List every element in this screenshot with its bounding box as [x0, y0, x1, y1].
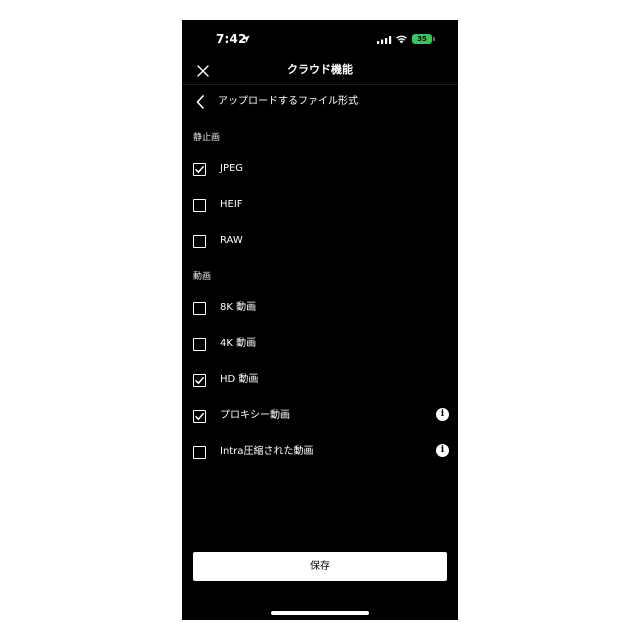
save-button[interactable]: 保存 — [193, 552, 447, 581]
nav-divider — [182, 84, 458, 85]
signal-icon — [377, 36, 392, 44]
option-intra-video[interactable]: Intra圧縮された動画 i — [182, 439, 458, 467]
option-hd-video[interactable]: HD 動画 — [182, 367, 458, 395]
check-icon — [195, 413, 204, 420]
battery-tip — [433, 37, 435, 41]
option-label: プロキシー動画 — [220, 410, 290, 421]
check-icon — [195, 166, 204, 173]
option-8k-video[interactable]: 8K 動画 — [182, 295, 458, 323]
option-label: 8K 動画 — [220, 302, 257, 313]
section-header-video: 動画 — [193, 272, 212, 282]
option-jpeg[interactable]: JPEG — [182, 156, 458, 184]
option-label: RAW — [220, 235, 243, 246]
checkbox-hd-video[interactable] — [193, 374, 206, 387]
option-label: 4K 動画 — [220, 338, 257, 349]
back-button[interactable]: アップロードするファイル形式 — [182, 90, 458, 114]
checkbox-4k-video[interactable] — [193, 338, 206, 351]
section-header-still: 静止画 — [193, 133, 221, 143]
page-title: クラウド機能 — [287, 63, 353, 76]
check-icon — [195, 377, 204, 384]
chevron-left-icon — [196, 95, 204, 109]
option-label: HD 動画 — [220, 374, 259, 385]
info-icon[interactable]: i — [436, 408, 449, 421]
location-arrow-icon — [242, 35, 250, 43]
checkbox-jpeg[interactable] — [193, 163, 206, 176]
phone-screen: 7:42 35 クラウド機能 アップロードするファイル形式 静止画 JPEG H… — [182, 20, 458, 620]
checkbox-heif[interactable] — [193, 199, 206, 212]
option-proxy-video[interactable]: プロキシー動画 i — [182, 403, 458, 431]
wifi-icon — [396, 35, 407, 44]
option-label: HEIF — [220, 199, 243, 210]
option-heif[interactable]: HEIF — [182, 192, 458, 220]
home-indicator[interactable] — [271, 611, 369, 615]
info-icon[interactable]: i — [436, 444, 449, 457]
battery-icon: 35 — [412, 34, 432, 44]
back-label: アップロードするファイル形式 — [218, 96, 358, 107]
option-raw[interactable]: RAW — [182, 228, 458, 256]
status-bar: 7:42 35 — [182, 20, 458, 60]
checkbox-intra-video[interactable] — [193, 446, 206, 459]
checkbox-proxy-video[interactable] — [193, 410, 206, 423]
option-label: Intra圧縮された動画 — [220, 446, 314, 457]
option-4k-video[interactable]: 4K 動画 — [182, 331, 458, 359]
checkbox-8k-video[interactable] — [193, 302, 206, 315]
checkbox-raw[interactable] — [193, 235, 206, 248]
option-label: JPEG — [220, 163, 244, 174]
